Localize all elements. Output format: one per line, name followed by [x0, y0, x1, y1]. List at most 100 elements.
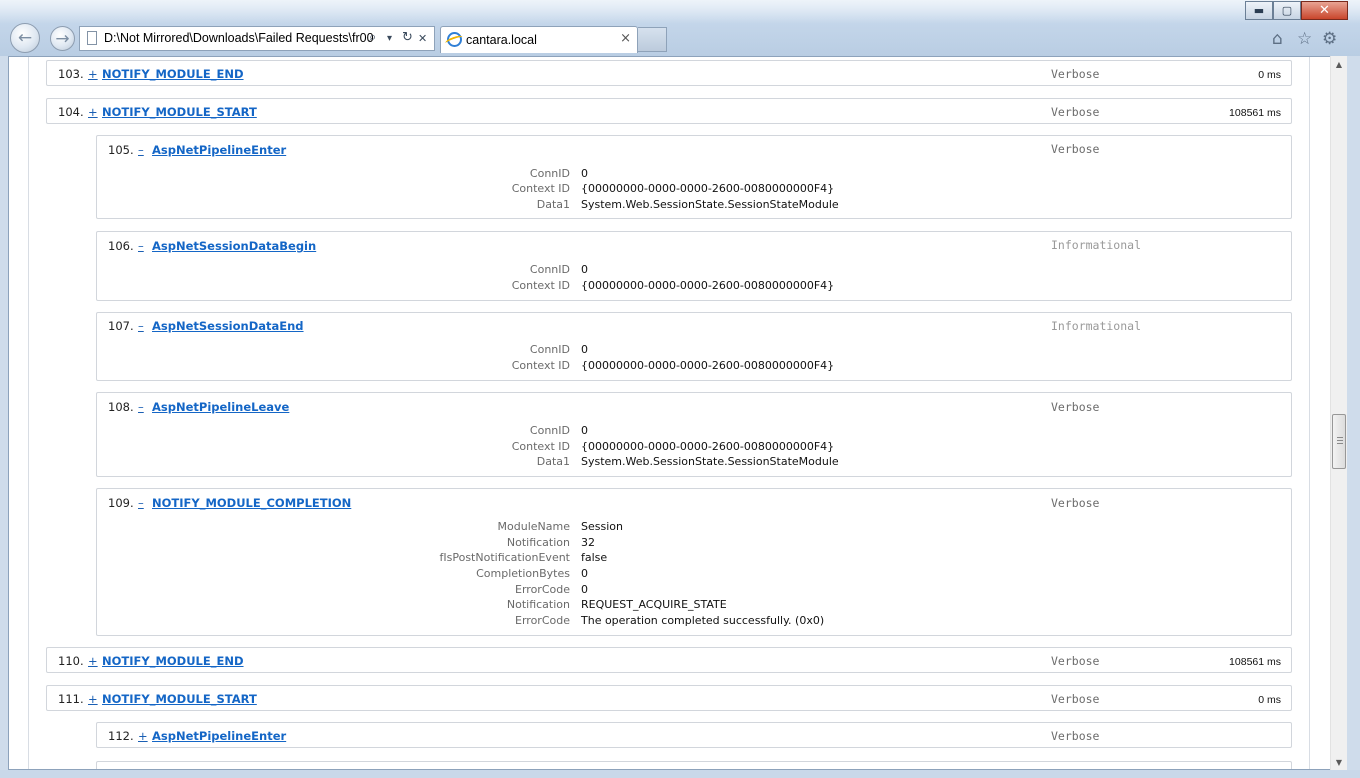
event-row-110: 110. + NOTIFY_MODULE_END Verbose 108561 … [46, 647, 1292, 673]
event-name-link[interactable]: AspNetPipelineEnter [152, 729, 286, 743]
scroll-up-icon[interactable]: ▲ [1331, 56, 1347, 72]
detail-value: 0 [581, 583, 588, 596]
event-row-105: 105. – AspNetPipelineEnter Verbose ConnI… [96, 135, 1292, 219]
event-row-111: 111. + NOTIFY_MODULE_START Verbose 0 ms [46, 685, 1292, 711]
event-level: Verbose [1051, 105, 1100, 119]
expand-toggle[interactable]: + [88, 105, 98, 119]
event-name-link[interactable]: NOTIFY_MODULE_START [102, 692, 257, 706]
detail-value: 0 [581, 567, 588, 580]
event-number: 103. [58, 67, 84, 81]
detail-value: Session [581, 520, 623, 533]
event-number: 106. [108, 239, 134, 253]
event-row-103: 103. + NOTIFY_MODULE_END Verbose 0 ms [46, 60, 1292, 86]
event-level: Verbose [1051, 67, 1100, 81]
event-number: 112. [108, 729, 134, 743]
tab-close-icon[interactable]: × [620, 31, 631, 46]
event-name-link[interactable]: AspNetPipelineLeave [152, 400, 289, 414]
collapse-toggle[interactable]: – [138, 319, 144, 333]
event-row-106: 106. – AspNetSessionDataBegin Informatio… [96, 231, 1292, 301]
address-bar[interactable]: D:\Not Mirrored\Downloads\Failed Request… [79, 26, 435, 51]
event-name-link[interactable]: NOTIFY_MODULE_END [102, 67, 244, 81]
detail-key: Data1 [536, 198, 570, 211]
detail-key: Notification [506, 598, 570, 611]
detail-key: ConnID [529, 167, 570, 180]
event-name-link[interactable]: AspNetPipelineEnter [152, 143, 286, 157]
expand-toggle[interactable]: + [88, 67, 98, 81]
event-name-link[interactable]: NOTIFY_MODULE_END [102, 654, 244, 668]
event-row-108: 108. – AspNetPipelineLeave Verbose ConnI… [96, 392, 1292, 477]
event-name-link[interactable]: NOTIFY_MODULE_START [102, 105, 257, 119]
detail-key: Notification [506, 536, 570, 549]
event-name-link[interactable]: AspNetSessionDataEnd [152, 319, 304, 333]
collapse-toggle[interactable]: – [138, 400, 144, 414]
detail-key: Context ID [511, 440, 570, 453]
vertical-scrollbar[interactable]: ▲ ▼ [1330, 56, 1347, 770]
collapse-toggle[interactable]: – [138, 239, 144, 253]
event-number: 110. [58, 654, 84, 668]
minimize-button[interactable]: ▬ [1245, 1, 1273, 20]
detail-key: Context ID [511, 359, 570, 372]
home-icon[interactable]: ⌂ [1272, 29, 1283, 49]
detail-value: {00000000-0000-0000-2600-0080000000F4} [581, 279, 835, 292]
event-level: Verbose [1051, 142, 1100, 156]
refresh-icon[interactable]: ↻ [402, 30, 413, 45]
event-row-104: 104. + NOTIFY_MODULE_START Verbose 10856… [46, 98, 1292, 124]
event-duration: 0 ms [1258, 694, 1281, 706]
event-row-109: 109. – NOTIFY_MODULE_COMPLETION Verbose … [96, 488, 1292, 636]
event-level: Verbose [1051, 400, 1100, 414]
stop-icon[interactable]: ✕ [418, 32, 427, 45]
event-name-link[interactable]: AspNetSessionDataBegin [152, 239, 316, 253]
detail-key: ConnID [529, 263, 570, 276]
detail-value: {00000000-0000-0000-2600-0080000000F4} [581, 440, 835, 453]
maximize-icon: ▢ [1281, 4, 1293, 17]
new-tab-button[interactable] [638, 27, 667, 52]
event-level: Verbose [1051, 654, 1100, 668]
search-icon[interactable]: ⌕ [369, 30, 376, 45]
detail-value: System.Web.SessionState.SessionStateModu… [581, 198, 839, 211]
event-level: Informational [1051, 319, 1142, 333]
detail-value: The operation completed successfully. (0… [581, 614, 825, 627]
detail-value: REQUEST_ACQUIRE_STATE [581, 598, 727, 611]
tab-title: cantara.local [466, 33, 537, 47]
event-number: 111. [58, 692, 84, 706]
maximize-button[interactable]: ▢ [1273, 1, 1301, 20]
collapse-toggle[interactable]: – [138, 143, 144, 157]
forward-arrow-icon: → [55, 28, 70, 49]
event-level: Verbose [1051, 692, 1100, 706]
detail-key: Data1 [536, 455, 570, 468]
settings-gear-icon[interactable]: ⚙ [1322, 29, 1337, 49]
expand-toggle[interactable]: + [88, 654, 98, 668]
ie-logo-icon [447, 32, 462, 47]
detail-key: fIsPostNotificationEvent [439, 551, 571, 564]
detail-key: ErrorCode [515, 614, 570, 627]
minimize-icon: ▬ [1253, 4, 1265, 17]
detail-key: ErrorCode [515, 583, 570, 596]
collapse-toggle[interactable]: – [138, 496, 144, 510]
detail-key: ConnID [529, 343, 570, 356]
detail-value: {00000000-0000-0000-2600-0080000000F4} [581, 182, 835, 195]
detail-value: 0 [581, 263, 588, 276]
scroll-down-icon[interactable]: ▼ [1331, 754, 1347, 770]
expand-toggle[interactable]: + [138, 729, 148, 743]
detail-key: ModuleName [497, 520, 570, 533]
tab-cantara-local[interactable]: cantara.local × [440, 26, 638, 53]
event-level: Verbose [1051, 496, 1100, 510]
detail-value: 32 [581, 536, 595, 549]
event-row-partial [96, 761, 1292, 770]
event-row-112: 112. + AspNetPipelineEnter Verbose [96, 722, 1292, 748]
event-level: Informational [1051, 238, 1142, 252]
scrollbar-thumb[interactable] [1332, 414, 1346, 469]
expand-toggle[interactable]: + [88, 692, 98, 706]
event-duration: 108561 ms [1229, 107, 1281, 119]
event-number: 104. [58, 105, 84, 119]
address-url[interactable]: D:\Not Mirrored\Downloads\Failed Request… [104, 31, 374, 45]
back-button[interactable]: ← [10, 23, 40, 53]
dropdown-icon[interactable]: ▾ [387, 33, 392, 44]
favorites-star-icon[interactable]: ☆ [1297, 29, 1312, 49]
close-window-button[interactable]: ✕ [1301, 1, 1348, 20]
forward-button[interactable]: → [50, 26, 75, 51]
back-arrow-icon: ← [17, 28, 33, 48]
detail-key: Context ID [511, 182, 570, 195]
page-content: 103. + NOTIFY_MODULE_END Verbose 0 ms 10… [8, 56, 1330, 770]
event-name-link[interactable]: NOTIFY_MODULE_COMPLETION [152, 496, 351, 510]
